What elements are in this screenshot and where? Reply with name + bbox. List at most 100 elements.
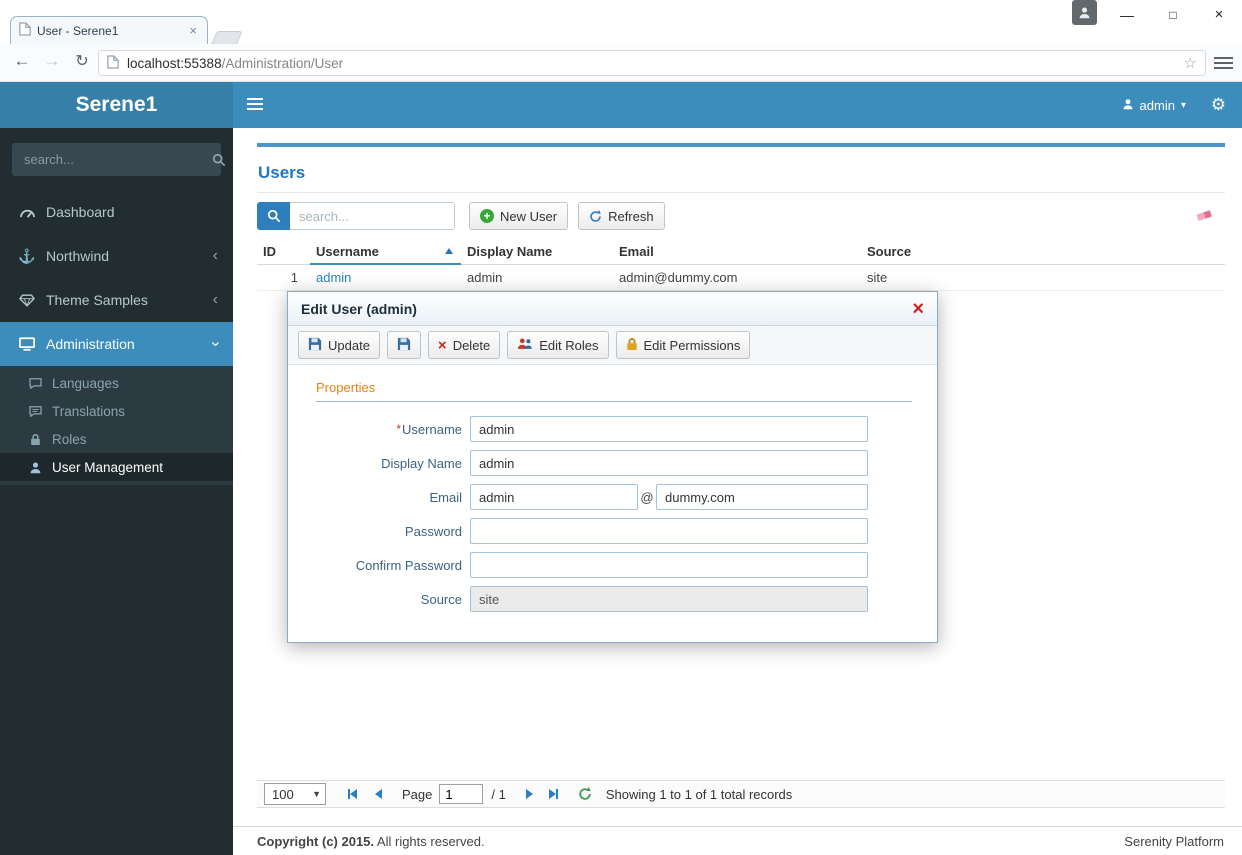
forward-button[interactable]: → [40,51,64,71]
sidebar-search-input[interactable] [12,152,212,167]
username-field[interactable] [470,416,868,442]
sidebar-item-label: Languages [52,375,119,391]
last-page-button[interactable] [545,783,562,805]
confirm-password-field[interactable] [470,552,868,578]
person-icon [24,461,46,474]
grid-search-button[interactable] [257,202,290,230]
panel-accent-bar [257,143,1225,147]
grid-search-input[interactable] [290,202,455,230]
sidebar-search [12,143,226,176]
sidebar-item-label: Northwind [46,248,110,264]
column-header-username[interactable]: Username [310,239,461,265]
sidebar-item-roles[interactable]: Roles [0,425,233,453]
column-header-source[interactable]: Source [861,244,971,259]
display-name-label: Display Name [381,455,462,471]
window-close-button[interactable]: × [1196,0,1242,30]
caret-down-icon: ▾ [1180,99,1186,111]
window-minimize-button[interactable]: — [1104,0,1150,30]
username-link[interactable]: admin [316,270,351,285]
user-icon [1122,98,1134,113]
lock-icon [24,433,46,446]
sidebar-item-user-management[interactable]: User Management [0,453,233,481]
next-page-button[interactable] [522,783,537,805]
cell-email: admin@dummy.com [619,270,738,285]
at-sign: @ [640,489,654,505]
refresh-button[interactable]: Refresh [578,202,665,230]
cell-display-name: admin [467,270,503,285]
page-label: Page [402,786,433,802]
page-number-input[interactable] [439,784,484,804]
field-display-name: Display Name [316,450,912,476]
back-button[interactable]: ← [10,51,34,71]
browser-profile-button[interactable] [1072,0,1097,25]
browser-menu-button[interactable] [1214,57,1233,72]
column-header-email[interactable]: Email [613,244,861,259]
new-user-button[interactable]: + New User [469,202,569,230]
address-bar[interactable]: localhost:55388/Administration/User ☆ [98,50,1206,76]
update-label: Update [328,337,370,353]
table-row[interactable]: 1 admin admin admin@dummy.com site [257,265,1225,291]
sidebar-item-languages[interactable]: Languages [0,369,233,397]
category-properties[interactable]: Properties [316,380,912,402]
display-name-field[interactable] [470,450,868,476]
email-domain-field[interactable] [656,484,868,510]
search-icon[interactable] [212,153,226,167]
include-deleted-toggle-icon[interactable] [1196,208,1213,225]
sidebar-item-northwind[interactable]: ⚓ Northwind ‹ [0,234,233,278]
password-field[interactable] [470,518,868,544]
sidebar-item-dashboard[interactable]: Dashboard [0,190,233,234]
column-header-id[interactable]: ID [257,244,310,259]
user-menu[interactable]: admin ▾ [1122,82,1186,128]
previous-page-button[interactable] [371,783,386,805]
edit-permissions-button[interactable]: Edit Permissions [615,331,751,359]
grid-pager: 100 ▼ Page / 1 Showing 1 to 1 of 1 total… [257,780,1225,808]
dialog-title: Edit User (admin) [301,300,417,317]
first-page-button[interactable] [344,783,361,805]
sidebar: Dashboard ⚓ Northwind ‹ Theme Samples ‹ … [0,128,233,855]
app-header: Serene1 admin ▾ ⚙ [0,82,1242,128]
tab-title: User - Serene1 [37,23,119,38]
sidebar-item-translations[interactable]: Translations [0,397,233,425]
dialog-titlebar[interactable]: Edit User (admin) × [288,292,937,326]
page-size-select[interactable]: 100 ▼ [264,783,326,805]
copyright-rest: All rights reserved. [374,833,485,849]
sidebar-item-label: Theme Samples [46,292,148,308]
page-icon [107,54,119,72]
brand-logo[interactable]: Serene1 [0,82,233,128]
confirm-password-label: Confirm Password [355,557,462,573]
administration-submenu: Languages Translations Roles User Manage… [0,366,233,485]
grid-header: ID Username Display Name Email Source [257,239,1225,265]
sidebar-item-theme-samples[interactable]: Theme Samples ‹ [0,278,233,322]
permissions-lock-icon [626,337,638,354]
tab-close-icon[interactable]: × [187,23,199,38]
browser-titlebar: User - Serene1 × — □ × [0,0,1242,44]
edit-roles-button[interactable]: Edit Roles [507,331,609,359]
cell-id: 1 [290,270,298,285]
user-menu-label: admin [1139,97,1175,113]
comment-lines-icon [24,405,46,417]
column-header-display-name[interactable]: Display Name [461,244,613,259]
reload-button[interactable]: ↻ [70,51,94,71]
url-host: localhost:55388 [127,55,222,71]
pager-refresh-icon[interactable] [578,787,592,801]
apply-changes-button[interactable] [386,331,421,359]
settings-gears-icon[interactable]: ⚙ [1211,95,1226,115]
dialog-close-icon[interactable]: × [912,299,924,319]
field-email: Email @ [316,484,912,510]
email-user-field[interactable] [470,484,638,510]
new-tab-button[interactable] [211,31,243,44]
required-marker: * [396,421,402,436]
sidebar-toggle-button[interactable] [247,98,263,113]
new-user-label: New User [500,208,558,224]
dashboard-gauge-icon [15,206,39,219]
sidebar-item-label: User Management [52,459,164,475]
window-maximize-button[interactable]: □ [1150,0,1196,30]
sidebar-item-administration[interactable]: Administration ‹ [0,322,233,366]
bookmark-star-icon[interactable]: ☆ [1184,54,1197,72]
update-button[interactable]: Update [298,331,380,359]
comment-icon [24,377,46,389]
browser-tab[interactable]: User - Serene1 × [10,16,208,44]
delete-button[interactable]: × Delete [427,331,501,359]
sidebar-item-label: Administration [46,336,135,352]
sort-ascending-icon [445,248,453,254]
